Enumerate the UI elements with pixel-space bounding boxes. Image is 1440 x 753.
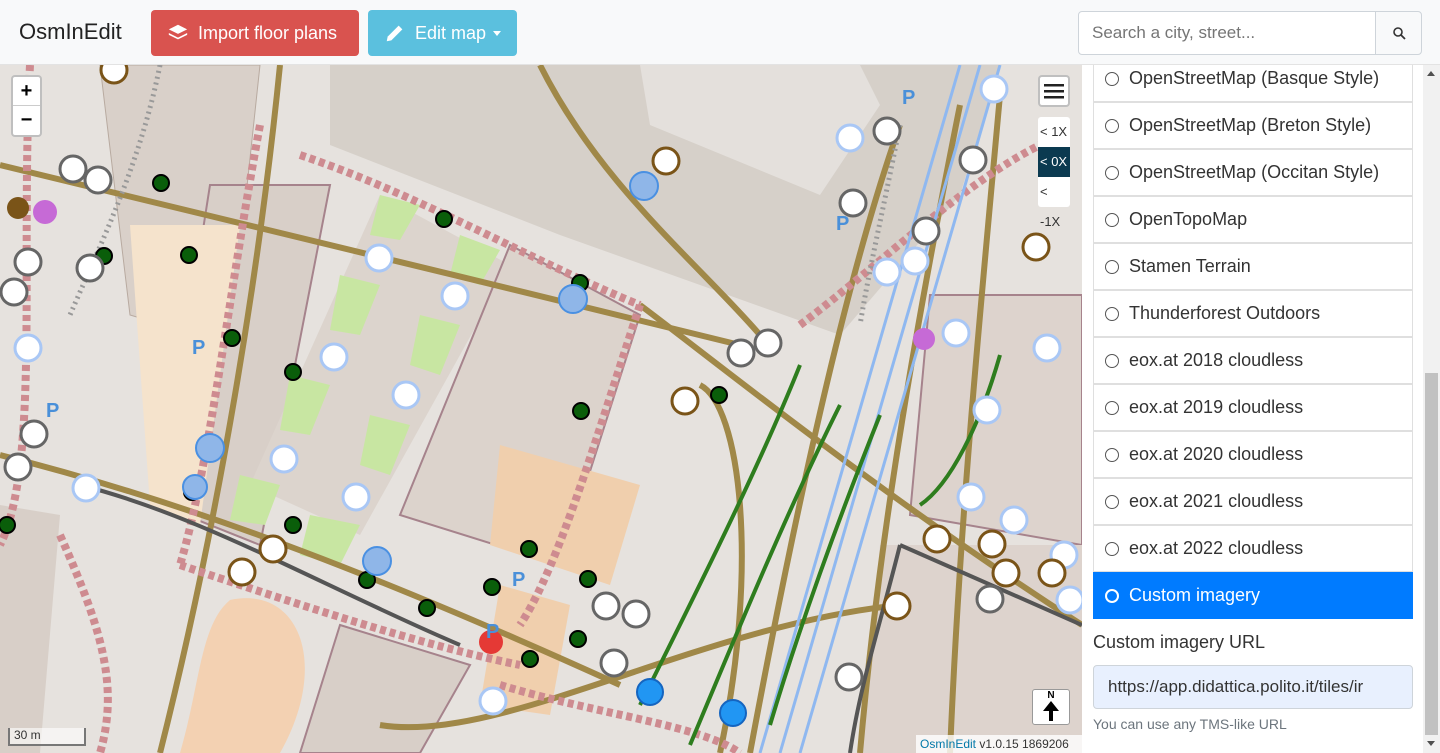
layer-option[interactable]: Custom imagery xyxy=(1093,572,1413,619)
search-input[interactable] xyxy=(1078,11,1376,55)
layer-option[interactable]: Thunderforest Outdoors xyxy=(1093,290,1413,337)
attribution-link[interactable]: OsmInEdit xyxy=(920,737,976,751)
layer-option[interactable]: OpenStreetMap (Occitan Style) xyxy=(1093,149,1413,196)
radio-icon[interactable] xyxy=(1105,259,1119,274)
scroll-up-icon[interactable] xyxy=(1427,71,1435,76)
radio-icon[interactable] xyxy=(1105,306,1119,321)
scrollbar-thumb[interactable] xyxy=(1425,373,1438,735)
import-floor-plans-label: Import floor plans xyxy=(198,22,338,43)
panel-scrollbar[interactable] xyxy=(1423,65,1440,753)
svg-text:P: P xyxy=(836,213,849,235)
svg-text:P: P xyxy=(902,87,915,109)
layer-option[interactable]: eox.at 2022 cloudless xyxy=(1093,525,1413,572)
radio-icon[interactable] xyxy=(1105,494,1119,509)
layer-option-label: OpenStreetMap (Basque Style) xyxy=(1129,68,1380,88)
layer-option-label: eox.at 2018 cloudless xyxy=(1129,350,1304,370)
layer-option-label: eox.at 2020 cloudless xyxy=(1129,444,1304,464)
edit-map-label: Edit map xyxy=(415,22,487,43)
radio-icon[interactable] xyxy=(1105,71,1119,86)
search-icon xyxy=(1392,27,1406,40)
radio-icon[interactable] xyxy=(1105,353,1119,368)
layer-option[interactable]: eox.at 2021 cloudless xyxy=(1093,478,1413,525)
layer-option[interactable]: Stamen Terrain xyxy=(1093,243,1413,290)
radio-icon[interactable] xyxy=(1105,447,1119,462)
layer-option[interactable]: eox.at 2018 cloudless xyxy=(1093,337,1413,384)
radio-icon[interactable] xyxy=(1105,212,1119,227)
svg-text:P: P xyxy=(486,621,499,643)
layer-option-label: Thunderforest Outdoors xyxy=(1129,303,1321,323)
level-minus1-button[interactable]: < -1X xyxy=(1038,177,1070,229)
navbar: OsmInEdit Import floor plans Edit map xyxy=(0,0,1440,65)
attribution-version: v1.0.15 1869206 xyxy=(976,737,1069,751)
radio-icon[interactable] xyxy=(1105,588,1119,603)
custom-imagery-url-input[interactable]: https://app.didattica.polito.it/tiles/ir xyxy=(1093,665,1413,709)
layers-icon xyxy=(168,24,188,40)
map-tiles: P P P P P P xyxy=(0,65,1082,753)
level-selector: < 1X < 0X < -1X xyxy=(1038,117,1070,229)
import-floor-plans-button[interactable]: Import floor plans xyxy=(151,10,359,56)
north-label: N xyxy=(1047,690,1055,701)
edit-map-button[interactable]: Edit map xyxy=(368,10,517,56)
pencil-icon xyxy=(386,25,403,42)
map-canvas[interactable]: P P P P P P + − < 1X < 0X < -1X N 30 m OsmIn… xyxy=(0,65,1082,753)
custom-imagery-url-help: You can use any TMS-like URL xyxy=(1093,716,1287,732)
zoom-control: + − xyxy=(11,75,42,137)
hamburger-icon xyxy=(1044,84,1064,99)
svg-text:P: P xyxy=(192,337,205,359)
north-arrow: N xyxy=(1032,689,1070,725)
level-1-button[interactable]: < 1X xyxy=(1038,117,1070,147)
zoom-in-button[interactable]: + xyxy=(13,77,40,106)
scroll-down-icon[interactable] xyxy=(1427,741,1435,746)
radio-icon[interactable] xyxy=(1105,400,1119,415)
layer-option-label: OpenStreetMap (Breton Style) xyxy=(1129,115,1372,135)
layer-option-label: Stamen Terrain xyxy=(1129,256,1251,276)
layer-panel: OpenStreetMap (Basque Style) OpenStreetMa… xyxy=(1082,65,1423,753)
layer-option-label: OpenTopoMap xyxy=(1129,209,1248,229)
layer-option-label: OpenStreetMap (Occitan Style) xyxy=(1129,162,1380,182)
layer-option[interactable]: OpenTopoMap xyxy=(1093,196,1413,243)
search-button[interactable] xyxy=(1375,11,1422,55)
layer-option-label: eox.at 2019 cloudless xyxy=(1129,397,1304,417)
svg-text:P: P xyxy=(512,569,525,591)
zoom-out-button[interactable]: − xyxy=(13,106,40,135)
radio-icon[interactable] xyxy=(1105,541,1119,556)
layer-option-label: eox.at 2022 cloudless xyxy=(1129,538,1304,558)
chevron-down-icon xyxy=(493,30,502,36)
layer-option[interactable]: OpenStreetMap (Basque Style) xyxy=(1093,65,1413,102)
level-0-button[interactable]: < 0X xyxy=(1038,147,1070,177)
layer-option-label: Custom imagery xyxy=(1129,585,1261,605)
layer-option-label: eox.at 2021 cloudless xyxy=(1129,491,1304,511)
arrow-up-icon xyxy=(1043,701,1059,721)
scale-bar: 30 m xyxy=(8,728,86,746)
radio-icon[interactable] xyxy=(1105,118,1119,133)
layer-menu-button[interactable] xyxy=(1038,75,1070,107)
attribution: OsmInEdit v1.0.15 1869206 xyxy=(916,735,1082,753)
custom-imagery-url-label: Custom imagery URL xyxy=(1093,632,1266,652)
layer-option[interactable]: OpenStreetMap (Breton Style) xyxy=(1093,102,1413,149)
layer-option[interactable]: eox.at 2019 cloudless xyxy=(1093,384,1413,431)
svg-text:P: P xyxy=(46,400,59,422)
layer-option[interactable]: eox.at 2020 cloudless xyxy=(1093,431,1413,478)
app-brand[interactable]: OsmInEdit xyxy=(19,19,122,45)
radio-icon[interactable] xyxy=(1105,165,1119,180)
